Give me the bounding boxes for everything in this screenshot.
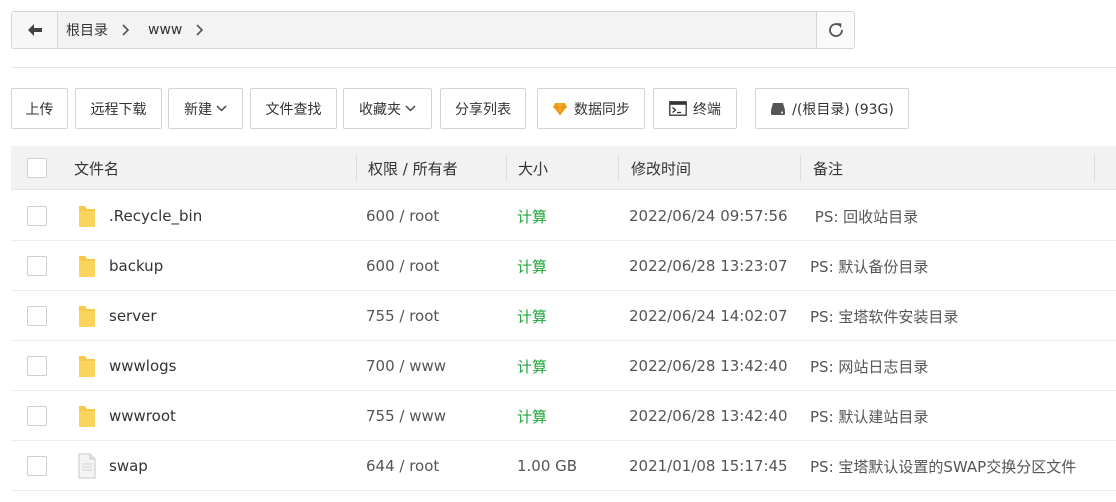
row-checkbox[interactable] <box>27 456 47 476</box>
share-list-label: 分享列表 <box>455 101 511 118</box>
file-mtime: 2021/01/08 15:17:45 <box>629 457 788 475</box>
file-permission[interactable]: 600 / root <box>366 191 439 241</box>
disk-button[interactable]: /(根目录) (93G) <box>755 88 909 129</box>
file-note[interactable]: PS: 网站日志目录 <box>810 341 928 391</box>
file-name[interactable]: server <box>109 291 156 341</box>
file-icon <box>78 453 96 479</box>
row-checkbox[interactable] <box>27 356 47 376</box>
gem-icon <box>552 102 568 116</box>
refresh-button[interactable] <box>816 12 854 48</box>
breadcrumb-label: 根目录 <box>66 23 108 39</box>
refresh-icon <box>828 23 843 37</box>
table-row[interactable]: .Recycle_bin 600 / root 计算 2022/06/24 09… <box>11 191 1116 241</box>
terminal-label: 终端 <box>693 101 721 118</box>
file-mtime: 2022/06/24 09:57:56 <box>629 207 788 225</box>
file-note[interactable]: PS: 宝塔默认设置的SWAP交换分区文件 <box>810 441 1076 491</box>
table-row[interactable]: server 755 / root 计算 2022/06/24 14:02:07… <box>11 291 1116 341</box>
row-checkbox[interactable] <box>27 306 47 326</box>
path-bar: 根目录 www <box>11 11 855 49</box>
file-note[interactable]: PS: 回收站目录 <box>810 191 918 241</box>
file-name[interactable]: .Recycle_bin <box>109 191 202 241</box>
file-name[interactable]: wwwroot <box>109 391 176 441</box>
folder-icon <box>79 256 95 277</box>
table-row[interactable]: backup 600 / root 计算 2022/06/28 13:23:07… <box>11 241 1116 291</box>
arrow-left-icon <box>27 24 42 36</box>
row-checkbox[interactable] <box>27 206 47 226</box>
file-mtime: 2022/06/28 13:42:40 <box>629 357 788 375</box>
header-permission[interactable]: 权限 / 所有者 <box>368 146 458 190</box>
column-resizer[interactable] <box>1094 155 1095 181</box>
header-mtime[interactable]: 修改时间 <box>631 146 691 190</box>
column-resizer[interactable] <box>506 155 507 181</box>
select-all-checkbox[interactable] <box>27 158 47 178</box>
file-note[interactable]: PS: 宝塔软件安装目录 <box>810 291 958 341</box>
file-mtime: 2022/06/28 13:42:40 <box>629 407 788 425</box>
column-resizer[interactable] <box>356 155 357 181</box>
row-checkbox[interactable] <box>27 256 47 276</box>
breadcrumb: 根目录 www <box>58 12 816 48</box>
file-size[interactable]: 计算 <box>517 291 547 341</box>
file-search-label: 文件查找 <box>265 101 322 118</box>
table-row[interactable]: wwwroot 755 / www 计算 2022/06/28 13:42:40… <box>11 391 1116 441</box>
file-note[interactable]: PS: 默认建站目录 <box>810 391 928 441</box>
file-size: 1.00 GB <box>517 457 578 475</box>
column-resizer[interactable] <box>618 155 619 181</box>
terminal-button[interactable]: 终端 <box>653 88 737 129</box>
folder-icon <box>79 206 95 227</box>
favorites-button[interactable]: 收藏夹 <box>343 88 432 129</box>
disk-label: /(根目录) (93G) <box>792 101 894 118</box>
file-size[interactable]: 计算 <box>517 341 547 391</box>
remote-download-button[interactable]: 远程下载 <box>75 88 162 129</box>
header-name[interactable]: 文件名 <box>74 146 119 190</box>
file-permission[interactable]: 600 / root <box>366 241 439 291</box>
table-row[interactable]: wwwlogs 700 / www 计算 2022/06/28 13:42:40… <box>11 341 1116 391</box>
upload-label: 上传 <box>25 101 54 118</box>
upload-button[interactable]: 上传 <box>11 88 68 129</box>
table-row[interactable]: swap 644 / root 1.00 GB 2021/01/08 15:17… <box>11 441 1116 491</box>
new-label: 新建 <box>184 101 212 118</box>
header-size[interactable]: 大小 <box>518 146 548 190</box>
table-header: 文件名 权限 / 所有者 大小 修改时间 备注 <box>11 146 1116 190</box>
folder-icon <box>79 356 95 377</box>
chevron-down-icon <box>405 105 416 112</box>
column-resizer[interactable] <box>800 155 801 181</box>
chevron-right-icon <box>122 24 130 36</box>
folder-icon <box>79 406 95 427</box>
file-name[interactable]: backup <box>109 241 163 291</box>
file-search-button[interactable]: 文件查找 <box>250 88 337 129</box>
favorites-label: 收藏夹 <box>359 101 401 118</box>
chevron-down-icon <box>216 105 227 112</box>
share-list-button[interactable]: 分享列表 <box>440 88 526 129</box>
file-permission[interactable]: 755 / www <box>366 391 446 441</box>
new-button[interactable]: 新建 <box>168 88 243 129</box>
data-sync-label: 数据同步 <box>574 101 630 118</box>
file-permission[interactable]: 644 / root <box>366 441 439 491</box>
file-size[interactable]: 计算 <box>517 241 547 291</box>
chevron-right-icon <box>196 24 204 36</box>
file-note[interactable]: PS: 默认备份目录 <box>810 241 928 291</box>
folder-icon <box>79 306 95 327</box>
file-name[interactable]: wwwlogs <box>109 341 177 391</box>
terminal-icon <box>669 101 687 116</box>
row-checkbox[interactable] <box>27 406 47 426</box>
breadcrumb-label: www <box>148 22 183 38</box>
back-button[interactable] <box>12 12 58 48</box>
file-permission[interactable]: 755 / root <box>366 291 439 341</box>
header-note[interactable]: 备注 <box>813 146 843 190</box>
file-mtime: 2022/06/28 13:23:07 <box>629 257 788 275</box>
file-mtime: 2022/06/24 14:02:07 <box>629 307 788 325</box>
remote-download-label: 远程下载 <box>90 101 147 118</box>
disk-icon <box>770 102 786 116</box>
file-permission[interactable]: 700 / www <box>366 341 446 391</box>
breadcrumb-item-root[interactable]: 根目录 <box>66 20 148 40</box>
data-sync-button[interactable]: 数据同步 <box>537 88 645 129</box>
divider <box>11 67 1116 68</box>
breadcrumb-item-www[interactable]: www <box>148 22 222 38</box>
file-size[interactable]: 计算 <box>517 191 547 241</box>
file-name[interactable]: swap <box>109 441 148 491</box>
file-size[interactable]: 计算 <box>517 391 547 441</box>
